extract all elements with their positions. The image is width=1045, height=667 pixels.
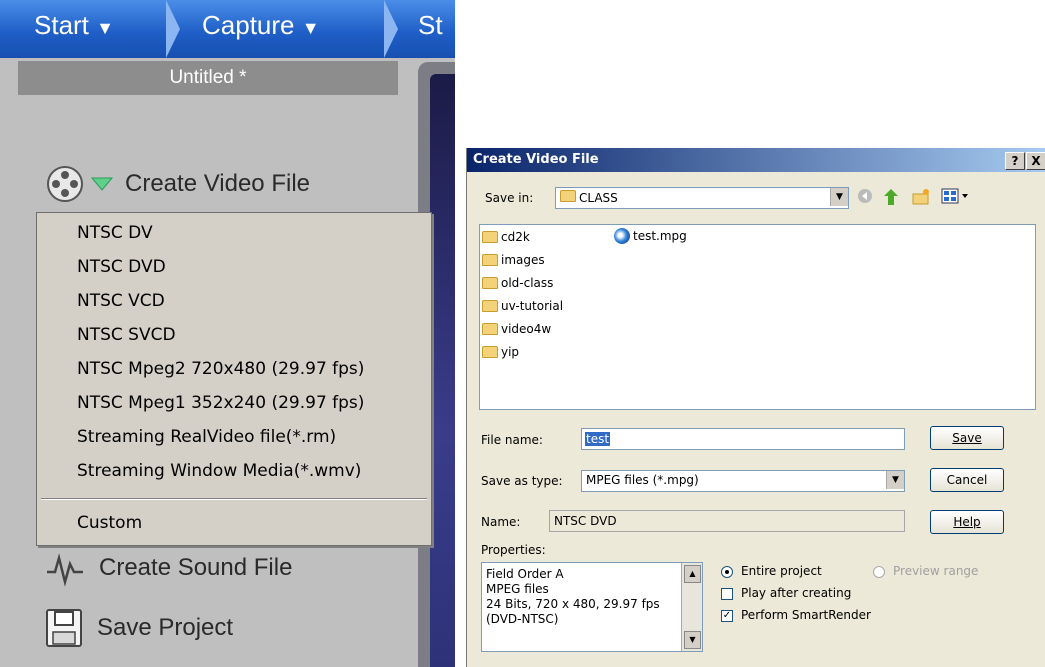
file-name-label: File name: <box>481 433 543 447</box>
triangle-down-icon <box>91 177 113 191</box>
scroll-down-icon[interactable]: ▼ <box>684 631 701 649</box>
preview-range-label: Preview range <box>893 564 979 578</box>
folder-icon <box>482 323 498 335</box>
smart-render-label: Perform SmartRender <box>741 608 871 622</box>
save-button[interactable]: Save <box>930 426 1004 450</box>
menu-item-ntsc-mpeg1[interactable]: NTSC Mpeg1 352x240 (29.97 fps) <box>77 393 364 413</box>
video-format-menu: NTSC DV NTSC DVD NTSC VCD NTSC SVCD NTSC… <box>36 212 432 546</box>
entire-project-radio[interactable] <box>721 566 733 578</box>
step-separator <box>384 0 398 58</box>
editor-panel: Start ▼ Capture ▼ St Untitled * Create V… <box>0 0 455 667</box>
menu-separator <box>41 498 427 500</box>
menu-item-ntsc-svcd[interactable]: NTSC SVCD <box>77 325 176 345</box>
menu-item-ntsc-dvd[interactable]: NTSC DVD <box>77 257 166 277</box>
create-sound-file-label: Create Sound File <box>99 554 293 581</box>
preview-range-radio[interactable] <box>873 566 885 578</box>
list-item[interactable]: images <box>482 253 545 267</box>
menu-item-wmv[interactable]: Streaming Window Media(*.wmv) <box>77 461 361 481</box>
help-title-button[interactable]: ? <box>1005 152 1025 170</box>
property-line: MPEG files <box>486 582 549 596</box>
create-video-file-label: Create Video File <box>125 170 310 197</box>
save-project-button[interactable]: Save Project <box>45 608 233 648</box>
chevron-down-icon: ▼ <box>301 18 320 38</box>
properties-box: Field Order A MPEG files 24 Bits, 720 x … <box>481 562 703 652</box>
step-storyboard[interactable]: St <box>418 10 443 41</box>
play-after-creating-label: Play after creating <box>741 586 852 600</box>
menu-item-realvideo[interactable]: Streaming RealVideo file(*.rm) <box>77 427 336 447</box>
audio-wave-icon <box>47 553 83 587</box>
folder-icon <box>482 231 498 243</box>
save-in-label: Save in: <box>485 191 534 205</box>
scroll-up-icon[interactable]: ▲ <box>684 565 701 583</box>
project-title: Untitled * <box>18 61 398 95</box>
name-field: NTSC DVD <box>549 510 905 532</box>
step-bar: Start ▼ Capture ▼ St <box>0 0 455 58</box>
properties-scrollbar[interactable]: ▲ ▼ <box>681 563 702 651</box>
folder-icon <box>482 346 498 358</box>
list-item[interactable]: video4w <box>482 322 551 336</box>
step-start-label: Start <box>34 10 89 40</box>
close-button[interactable]: X <box>1026 152 1045 170</box>
save-as-type-combo[interactable]: MPEG files (*.mpg) ▼ <box>581 470 905 492</box>
play-after-creating-checkbox[interactable] <box>721 588 733 600</box>
list-item[interactable]: uv-tutorial <box>482 299 563 313</box>
property-line: 24 Bits, 720 x 480, 29.97 fps <box>486 597 660 611</box>
folder-icon <box>482 277 498 289</box>
name-label: Name: <box>481 515 521 529</box>
create-sound-file-button[interactable]: Create Sound File <box>45 548 292 588</box>
new-folder-icon[interactable] <box>911 188 931 208</box>
property-line: (DVD-NTSC) <box>486 612 559 626</box>
file-name-input[interactable]: test <box>581 428 905 450</box>
property-line: Field Order A <box>486 567 564 581</box>
menu-item-ntsc-vcd[interactable]: NTSC VCD <box>77 291 165 311</box>
step-capture-label: Capture <box>202 10 295 40</box>
step-separator <box>166 0 180 58</box>
list-item[interactable]: old-class <box>482 276 553 290</box>
create-video-file-dialog: Create Video File ? X Save in: CLASS ▼ c… <box>466 148 1045 667</box>
media-file-icon <box>614 228 630 244</box>
dialog-titlebar: Create Video File ? X <box>467 148 1045 172</box>
save-as-type-label: Save as type: <box>481 474 563 488</box>
menu-item-custom[interactable]: Custom <box>77 513 142 533</box>
smart-render-checkbox[interactable]: ✓ <box>721 610 733 622</box>
list-item[interactable]: yip <box>482 345 519 359</box>
create-video-file-button[interactable]: Create Video File <box>45 164 310 204</box>
dropdown-arrow-icon[interactable]: ▼ <box>886 471 904 489</box>
file-list: cd2k images old-class uv-tutorial video4… <box>479 224 1036 410</box>
chevron-down-icon: ▼ <box>96 18 114 38</box>
folder-icon <box>482 254 498 266</box>
save-project-label: Save Project <box>97 614 234 641</box>
up-folder-icon[interactable] <box>881 188 901 208</box>
save-in-combo[interactable]: CLASS ▼ <box>555 187 849 209</box>
step-capture[interactable]: Capture ▼ <box>202 10 320 41</box>
dropdown-arrow-icon[interactable]: ▼ <box>830 188 848 206</box>
help-button[interactable]: Help <box>930 510 1004 534</box>
entire-project-label: Entire project <box>741 564 822 578</box>
menu-item-ntsc-mpeg2[interactable]: NTSC Mpeg2 720x480 (29.97 fps) <box>77 359 364 379</box>
dialog-title: Create Video File <box>473 152 599 167</box>
file-name-value: test <box>585 432 611 446</box>
floppy-disk-icon <box>46 609 82 647</box>
list-item[interactable]: cd2k <box>482 230 530 244</box>
name-value: NTSC DVD <box>554 514 617 528</box>
step-start[interactable]: Start ▼ <box>34 10 114 41</box>
folder-icon <box>482 300 498 312</box>
cancel-button[interactable]: Cancel <box>930 468 1004 492</box>
film-reel-icon <box>47 166 83 202</box>
save-in-value: CLASS <box>560 190 618 205</box>
folder-icon <box>560 190 576 202</box>
list-item[interactable]: test.mpg <box>614 228 687 244</box>
menu-item-ntsc-dv[interactable]: NTSC DV <box>77 223 153 243</box>
back-icon[interactable] <box>855 188 875 208</box>
view-menu-icon[interactable] <box>939 188 973 208</box>
properties-label: Properties: <box>481 543 546 557</box>
save-as-type-value: MPEG files (*.mpg) <box>586 473 699 487</box>
